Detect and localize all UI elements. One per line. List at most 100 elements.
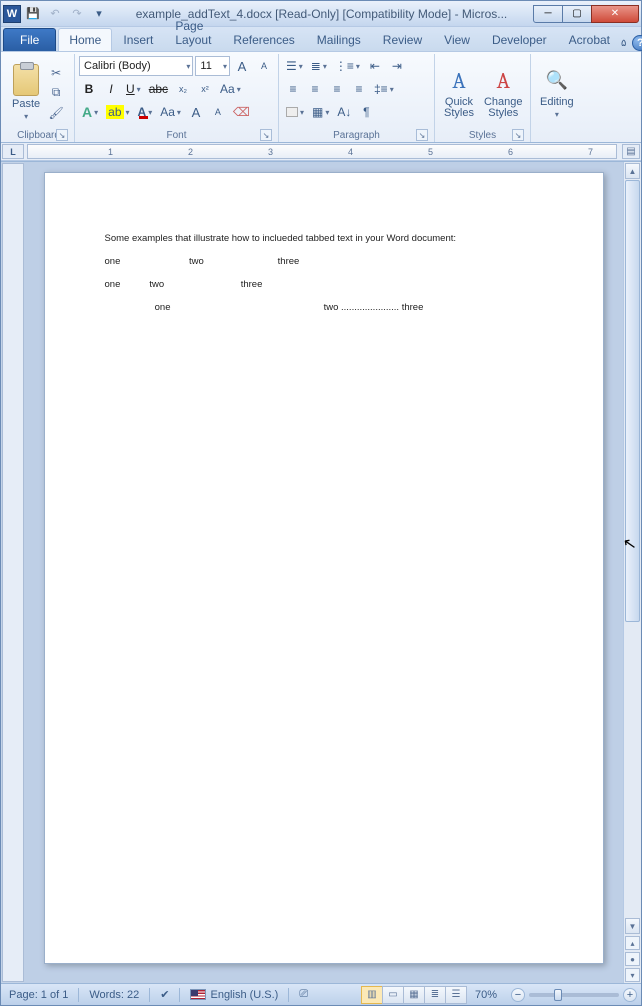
change-styles-button[interactable]: A Change Styles: [479, 56, 528, 129]
scroll-down-button[interactable]: ▼: [625, 918, 640, 934]
help-button[interactable]: ?: [632, 35, 642, 51]
proofing-status[interactable]: ✔: [156, 988, 173, 1001]
insert-mode[interactable]: ⎚: [295, 988, 312, 1001]
full-screen-view-button[interactable]: ▭: [382, 986, 404, 1004]
underline-button[interactable]: U: [123, 79, 144, 99]
text-effects-button[interactable]: A: [79, 102, 101, 122]
horizontal-ruler[interactable]: 1 2 3 4 5 6 7: [27, 144, 617, 159]
font-family-combo[interactable]: Calibri (Body) ▾: [79, 56, 193, 76]
italic-button[interactable]: I: [101, 79, 121, 99]
draft-view-button[interactable]: ☰: [445, 986, 467, 1004]
titlebar: W 💾 ↶ ↷ ▾ example_addText_4.docx [Read-O…: [1, 1, 641, 27]
vertical-ruler[interactable]: [2, 163, 24, 982]
quick-styles-button[interactable]: A Quick Styles: [439, 56, 479, 129]
tab-developer[interactable]: Developer: [481, 28, 558, 51]
tab-mailings[interactable]: Mailings: [306, 28, 372, 51]
vertical-scrollbar[interactable]: ▲ ▼ ▴ ● ▾: [623, 162, 641, 983]
superscript-button[interactable]: x²: [195, 79, 215, 99]
strikethrough-button[interactable]: abc: [146, 79, 171, 99]
scroll-up-button[interactable]: ▲: [625, 163, 640, 179]
zoom-in-button[interactable]: +: [623, 988, 637, 1002]
close-button[interactable]: ✕: [591, 5, 639, 23]
decrease-indent-button[interactable]: ⇤: [365, 56, 385, 76]
clipboard-dialog-launcher[interactable]: ↘: [56, 129, 68, 141]
zoom-out-button[interactable]: −: [511, 988, 525, 1002]
qat-save-button[interactable]: 💾: [23, 4, 43, 24]
browse-object-button[interactable]: ●: [625, 952, 640, 966]
copy-button[interactable]: ⧉: [47, 85, 65, 101]
multilevel-button[interactable]: ⋮≡: [332, 56, 363, 76]
tab-home[interactable]: Home: [58, 28, 112, 51]
document-area: Some examples that illustrate how to inc…: [1, 161, 641, 983]
styles-dialog-launcher[interactable]: ↘: [512, 129, 524, 141]
horizontal-ruler-area: L 1 2 3 4 5 6 7 ▤: [1, 143, 641, 161]
paragraph-dialog-launcher[interactable]: ↘: [416, 129, 428, 141]
qat-undo-button[interactable]: ↶: [45, 4, 65, 24]
font-size-combo[interactable]: 11 ▾: [195, 56, 230, 76]
numbering-button[interactable]: ≣: [308, 56, 330, 76]
increase-indent-button[interactable]: ⇥: [387, 56, 407, 76]
font-dialog-launcher[interactable]: ↘: [260, 129, 272, 141]
tab-insert[interactable]: Insert: [112, 28, 164, 51]
justify-button[interactable]: ≡: [349, 79, 369, 99]
tab-selector-button[interactable]: L: [2, 144, 24, 159]
line-spacing-button[interactable]: ‡≡: [371, 79, 397, 99]
clear-formatting-button[interactable]: ⌫: [230, 102, 253, 122]
outline-view-button[interactable]: ≣: [424, 986, 446, 1004]
document-canvas[interactable]: Some examples that illustrate how to inc…: [24, 162, 623, 983]
scroll-track[interactable]: [624, 180, 641, 917]
bold-button[interactable]: B: [79, 79, 99, 99]
tab-acrobat[interactable]: Acrobat: [558, 28, 621, 51]
align-left-button[interactable]: ≡: [283, 79, 303, 99]
grow-font2-button[interactable]: A: [186, 102, 206, 122]
word-app-icon[interactable]: W: [3, 5, 21, 23]
zoom-level[interactable]: 70%: [471, 989, 501, 1001]
zoom-thumb[interactable]: [554, 989, 562, 1001]
borders-button[interactable]: ▦: [309, 102, 332, 122]
page-status[interactable]: Page: 1 of 1: [5, 989, 72, 1001]
flag-icon: [190, 989, 206, 1000]
shading-button[interactable]: [283, 102, 307, 122]
tab-view[interactable]: View: [433, 28, 481, 51]
scroll-thumb[interactable]: [625, 180, 640, 622]
group-editing: 🔍 Editing ▾: [531, 54, 585, 142]
align-right-button[interactable]: ≡: [327, 79, 347, 99]
show-marks-button[interactable]: ¶: [356, 102, 376, 122]
change-case-button[interactable]: Aa: [217, 79, 244, 99]
zoom-slider[interactable]: − +: [511, 988, 637, 1002]
word-count[interactable]: Words: 22: [85, 989, 143, 1001]
format-painter-button[interactable]: 🖌: [47, 105, 65, 121]
tab-page-layout[interactable]: Page Layout: [164, 14, 222, 51]
prev-page-button[interactable]: ▴: [625, 936, 640, 950]
print-layout-view-button[interactable]: ▥: [361, 986, 383, 1004]
document-page[interactable]: Some examples that illustrate how to inc…: [44, 172, 604, 964]
group-clipboard: Paste ▾ ✂ ⧉ 🖌 Clipboard ↘: [3, 54, 75, 142]
zoom-track[interactable]: [529, 993, 619, 997]
sort-button[interactable]: A↓: [334, 102, 354, 122]
language-status[interactable]: English (U.S.): [186, 989, 282, 1001]
shrink-font2-button[interactable]: A: [208, 102, 228, 122]
file-tab[interactable]: File: [3, 28, 56, 51]
tab-review[interactable]: Review: [372, 28, 433, 51]
highlight-button[interactable]: ab: [103, 102, 132, 122]
tab-references[interactable]: References: [222, 28, 305, 51]
maximize-button[interactable]: ▢: [562, 5, 592, 23]
minimize-button[interactable]: ─: [533, 5, 563, 23]
subscript-button[interactable]: x₂: [173, 79, 193, 99]
qat-redo-button[interactable]: ↷: [67, 4, 87, 24]
cut-button[interactable]: ✂: [47, 65, 65, 81]
next-page-button[interactable]: ▾: [625, 968, 640, 982]
view-ruler-toggle[interactable]: ▤: [622, 144, 640, 159]
editing-menu-button[interactable]: 🔍 Editing ▾: [535, 56, 579, 129]
align-center-button[interactable]: ≡: [305, 79, 325, 99]
paste-button[interactable]: Paste ▾: [7, 56, 45, 129]
minimize-ribbon-icon[interactable]: ۵: [621, 38, 626, 49]
qat-customize-button[interactable]: ▾: [89, 4, 109, 24]
bullets-button[interactable]: ☰: [283, 56, 306, 76]
char-shading-button[interactable]: Aa: [157, 102, 184, 122]
shrink-font-button[interactable]: A: [254, 56, 274, 76]
grow-font-button[interactable]: A: [232, 56, 252, 76]
web-layout-view-button[interactable]: ▦: [403, 986, 425, 1004]
group-styles: A Quick Styles A Change Styles Styles ↘: [435, 54, 531, 142]
font-color-button[interactable]: A: [135, 102, 156, 122]
